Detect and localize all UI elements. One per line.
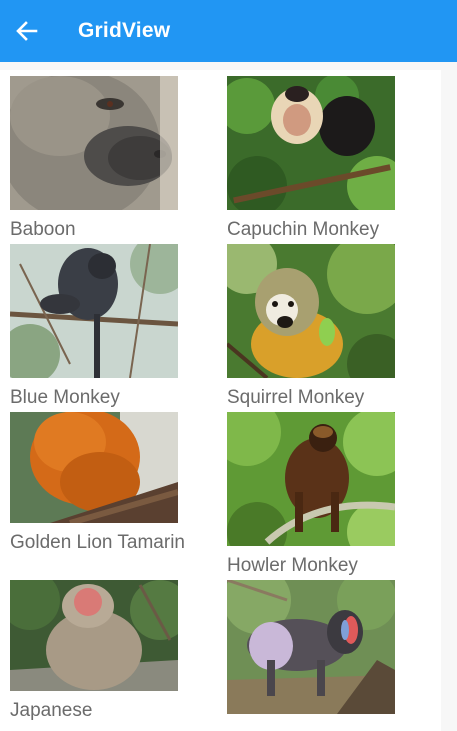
grid-view[interactable]: Baboon Capuchin Monkey Blue Monkey Squir… bbox=[0, 62, 457, 731]
capuchin-monkey-photo bbox=[227, 76, 395, 210]
grid-item-label: Blue Monkey bbox=[10, 387, 120, 408]
grid-item-label: Squirrel Monkey bbox=[227, 387, 365, 408]
grid-item-label: Japanese bbox=[10, 700, 93, 721]
grid-item-label: Howler Monkey bbox=[227, 555, 358, 576]
app-bar: GridView bbox=[0, 0, 457, 62]
grid-container: Baboon Capuchin Monkey Blue Monkey Squir… bbox=[0, 70, 441, 731]
howler-monkey-photo bbox=[227, 412, 395, 546]
page-title: GridView bbox=[78, 19, 171, 42]
grid-item-label: Baboon bbox=[10, 219, 76, 240]
golden-lion-tamarin-photo bbox=[10, 412, 178, 523]
baboon-photo bbox=[10, 76, 178, 210]
mandrill-photo bbox=[227, 580, 395, 714]
grid-item-label: Capuchin Monkey bbox=[227, 219, 380, 240]
squirrel-monkey-photo bbox=[227, 244, 395, 378]
back-button[interactable] bbox=[14, 19, 40, 43]
arrow-back-icon bbox=[16, 21, 38, 41]
blue-monkey-photo bbox=[10, 244, 178, 378]
japanese-macaque-photo bbox=[10, 580, 178, 691]
grid-item-label: Golden Lion Tamarin bbox=[10, 532, 185, 553]
